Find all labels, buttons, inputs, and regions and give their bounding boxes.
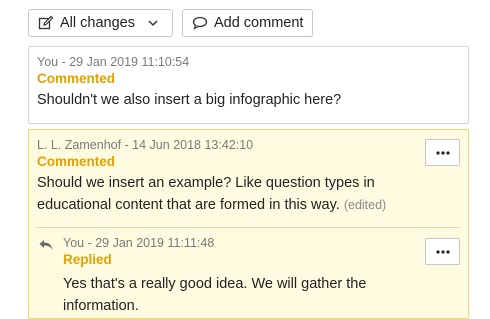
reply-status: Replied <box>63 252 112 267</box>
comment-status: Commented <box>37 154 116 169</box>
reply-more-options-button[interactable] <box>425 238 460 265</box>
thread-divider <box>37 227 460 228</box>
add-comment-button[interactable]: Add comment <box>181 9 314 37</box>
more-icon <box>435 150 450 155</box>
more-icon <box>435 249 450 254</box>
more-options-button[interactable] <box>425 139 460 166</box>
edited-label: (edited) <box>343 198 387 212</box>
comment-text-body: Should we insert an example? Like questi… <box>37 175 375 213</box>
comment-meta: You - 29 Jan 2019 11:10:54 <box>37 55 190 69</box>
add-comment-label: Add comment <box>213 15 304 31</box>
comment-thread-active[interactable]: L. L. Zamenhof - 14 Jun 2018 13:42:10 Co… <box>28 129 469 319</box>
comment-icon <box>192 15 208 31</box>
comment-meta: L. L. Zamenhof - 14 Jun 2018 13:42:10 <box>37 138 254 152</box>
edit-icon <box>38 15 54 31</box>
reply-item: You - 29 Jan 2019 11:11:48 Replied Yes t… <box>37 236 417 317</box>
comment-text: Shouldn't we also insert a big infograph… <box>37 92 342 108</box>
reply-text: Yes that's a really good idea. We will g… <box>63 276 367 314</box>
filter-dropdown[interactable]: All changes <box>28 9 173 37</box>
filter-label: All changes <box>60 15 135 31</box>
comment-text: Should we insert an example? Like questi… <box>37 172 422 216</box>
reply-meta: You - 29 Jan 2019 11:11:48 <box>63 236 215 250</box>
toolbar: All changes Add comment <box>28 9 314 37</box>
reply-icon <box>38 238 54 257</box>
comment-card[interactable]: You - 29 Jan 2019 11:10:54 Commented Sho… <box>28 46 469 124</box>
chevron-down-icon <box>147 15 163 31</box>
comment-status: Commented <box>37 71 116 86</box>
